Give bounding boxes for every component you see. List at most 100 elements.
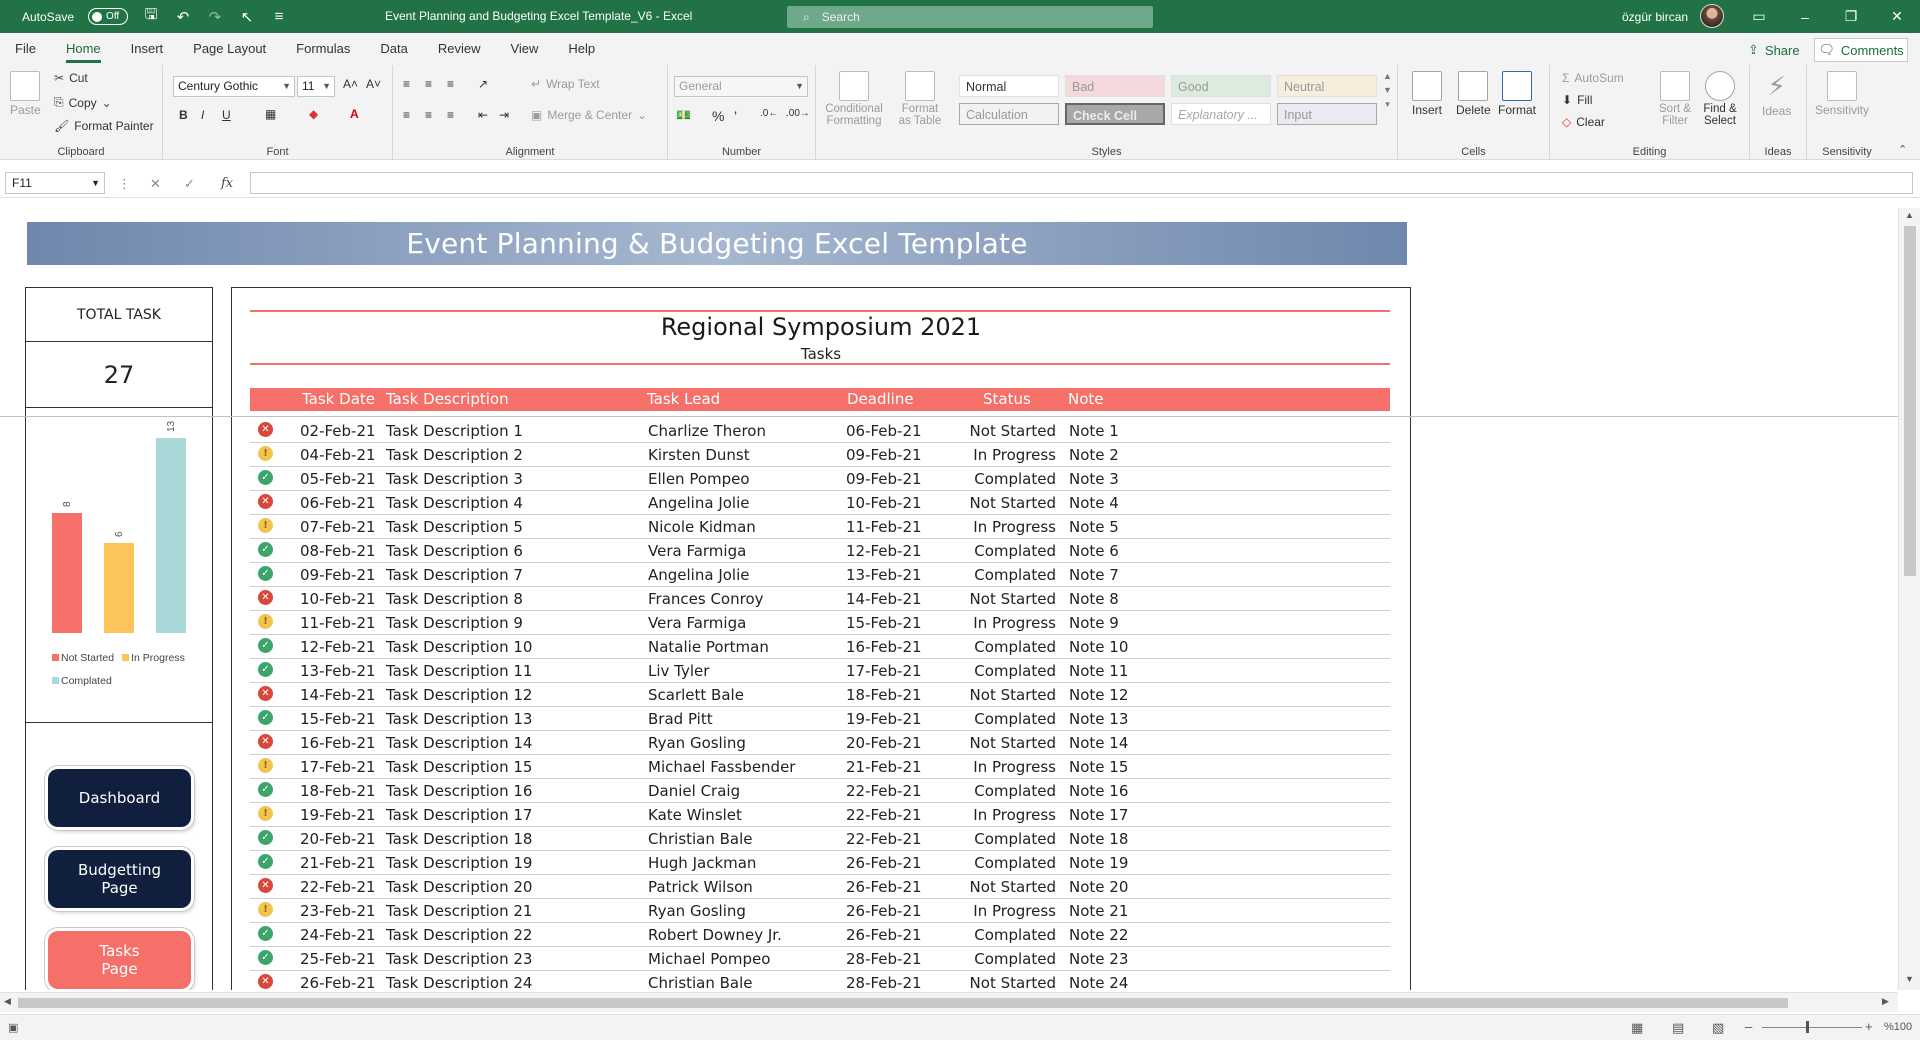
share-button[interactable]: ⇪ Share: [1737, 38, 1811, 62]
collapse-ribbon-icon[interactable]: ⌃: [1898, 143, 1907, 156]
sort-filter-button[interactable]: Sort & Filter: [1656, 71, 1694, 127]
ideas-button[interactable]: ⚡ Ideas: [1762, 71, 1791, 118]
increase-indent-button[interactable]: ⇥: [499, 108, 509, 122]
tab-help[interactable]: Help: [553, 33, 610, 65]
worksheet[interactable]: Event Planning & Budgeting Excel Templat…: [0, 208, 1898, 990]
tab-insert[interactable]: Insert: [116, 33, 179, 65]
zoom-in-icon[interactable]: +: [1865, 1019, 1873, 1034]
font-family-select[interactable]: Century Gothic ▼: [173, 76, 295, 97]
table-row[interactable]: ✕ 16-Feb-21 Task Description 14 Ryan Goslin…: [250, 731, 1390, 755]
fill-color-button[interactable]: ◆: [309, 107, 318, 121]
scroll-down-icon[interactable]: ▼: [1905, 974, 1914, 984]
tab-data[interactable]: Data: [365, 33, 422, 65]
status-chart[interactable]: 8 6 13 Not Started In Progress Complated: [26, 408, 212, 723]
table-row[interactable]: ✕ 22-Feb-21 Task Description 20 Patrick Wil…: [250, 875, 1390, 899]
merge-center-button[interactable]: ▣ Merge & Center ⌄: [531, 108, 647, 122]
table-row[interactable]: ! 17-Feb-21 Task Description 15 Michael Fas…: [250, 755, 1390, 779]
font-color-button[interactable]: A: [350, 107, 359, 121]
save-icon[interactable]: 🖫: [142, 6, 160, 26]
tasks-page-button[interactable]: Tasks Page: [48, 931, 191, 989]
table-row[interactable]: ✕ 26-Feb-21 Task Description 24 Christian B…: [250, 971, 1390, 990]
bottom-align-button[interactable]: ≡: [447, 77, 454, 91]
middle-align-button[interactable]: ≡: [425, 77, 432, 91]
pointer-icon[interactable]: ↖: [238, 8, 256, 26]
cut-button[interactable]: ✂ Cut: [54, 71, 88, 85]
conditional-formatting-button[interactable]: Conditional Formatting: [825, 71, 883, 127]
style-normal[interactable]: Normal: [959, 75, 1059, 97]
tab-page-layout[interactable]: Page Layout: [178, 33, 281, 65]
zoom-slider-thumb[interactable]: [1806, 1021, 1809, 1033]
user-name[interactable]: özgür bircan: [1622, 10, 1688, 24]
table-row[interactable]: ✓ 24-Feb-21 Task Description 22 Robert Down…: [250, 923, 1390, 947]
font-size-select[interactable]: 11 ▼: [297, 76, 335, 97]
table-row[interactable]: ✓ 20-Feb-21 Task Description 18 Christian B…: [250, 827, 1390, 851]
table-row[interactable]: ! 04-Feb-21 Task Description 2 Kirsten Duns…: [250, 443, 1390, 467]
copy-button[interactable]: ⎘ Copy ⌄: [54, 95, 112, 110]
underline-button[interactable]: U: [222, 108, 231, 122]
budgetting-page-button[interactable]: Budgetting Page: [48, 850, 191, 908]
table-row[interactable]: ✕ 14-Feb-21 Task Description 12 Scarlett Ba…: [250, 683, 1390, 707]
scroll-thumb[interactable]: [1904, 226, 1916, 576]
table-row[interactable]: ✓ 12-Feb-21 Task Description 10 Natalie Por…: [250, 635, 1390, 659]
name-box[interactable]: F11 ▼: [5, 172, 105, 194]
styles-scroll[interactable]: ▲ ▼ ▾: [1383, 71, 1392, 110]
scroll-left-icon[interactable]: ◀: [4, 996, 11, 1007]
insert-button[interactable]: Insert: [1412, 71, 1442, 117]
format-painter-button[interactable]: 🖌 Format Painter: [54, 119, 154, 133]
format-as-table-button[interactable]: Format as Table: [896, 71, 944, 127]
percent-button[interactable]: %: [712, 108, 724, 124]
tab-home[interactable]: Home: [51, 33, 116, 65]
fill-button[interactable]: ⬇ Fill: [1562, 93, 1592, 107]
find-select-button[interactable]: Find & Select: [1698, 71, 1742, 127]
table-row[interactable]: ✓ 09-Feb-21 Task Description 7 Angelina Jol…: [250, 563, 1390, 587]
align-right-button[interactable]: ≡: [447, 108, 454, 122]
table-row[interactable]: ✓ 13-Feb-21 Task Description 11 Liv Tyler 17…: [250, 659, 1390, 683]
table-row[interactable]: ! 11-Feb-21 Task Description 9 Vera Farmiga…: [250, 611, 1390, 635]
style-bad[interactable]: Bad: [1065, 75, 1165, 97]
top-align-button[interactable]: ≡: [403, 77, 410, 91]
autosum-button[interactable]: Σ AutoSum: [1562, 71, 1624, 85]
table-row[interactable]: ✕ 10-Feb-21 Task Description 8 Frances Conr…: [250, 587, 1390, 611]
redo-icon[interactable]: ↷: [206, 8, 224, 26]
search-box[interactable]: ⌕ Search: [787, 6, 1153, 28]
number-format-select[interactable]: General ▼: [674, 76, 808, 97]
ribbon-display-icon[interactable]: ▭: [1736, 0, 1782, 33]
tab-review[interactable]: Review: [423, 33, 496, 65]
format-button[interactable]: Format: [1498, 71, 1536, 117]
page-layout-view-icon[interactable]: ▤: [1672, 1020, 1684, 1036]
table-row[interactable]: ✕ 02-Feb-21 Task Description 1 Charlize The…: [250, 419, 1390, 443]
table-row[interactable]: ✕ 06-Feb-21 Task Description 4 Angelina Jol…: [250, 491, 1390, 515]
increase-decimal-button[interactable]: .0←: [760, 108, 778, 119]
comments-button[interactable]: 🗨 Comments: [1814, 38, 1908, 62]
zoom-out-icon[interactable]: –: [1745, 1019, 1752, 1034]
style-neutral[interactable]: Neutral: [1277, 75, 1377, 97]
autosave-toggle[interactable]: Off: [88, 8, 129, 25]
style-good[interactable]: Good: [1171, 75, 1271, 97]
page-break-view-icon[interactable]: ▧: [1712, 1020, 1724, 1036]
tab-formulas[interactable]: Formulas: [281, 33, 365, 65]
table-row[interactable]: ✓ 15-Feb-21 Task Description 13 Brad Pitt 19…: [250, 707, 1390, 731]
table-row[interactable]: ! 23-Feb-21 Task Description 21 Ryan Goslin…: [250, 899, 1390, 923]
sensitivity-button[interactable]: Sensitivity: [1815, 71, 1869, 117]
align-left-button[interactable]: ≡: [403, 108, 410, 122]
enter-icon[interactable]: ✓: [184, 176, 195, 192]
cancel-icon[interactable]: ✕: [150, 176, 161, 192]
scroll-up-icon[interactable]: ▲: [1905, 210, 1914, 220]
table-row[interactable]: ✓ 08-Feb-21 Task Description 6 Vera Farmiga…: [250, 539, 1390, 563]
scroll-right-icon[interactable]: ▶: [1882, 996, 1889, 1007]
minimize-icon[interactable]: –: [1782, 0, 1828, 33]
wrap-text-button[interactable]: ↵ Wrap Text: [531, 77, 600, 91]
style-explanatory[interactable]: Explanatory ...: [1171, 103, 1271, 125]
style-input[interactable]: Input: [1277, 103, 1377, 125]
paste-button[interactable]: Paste: [10, 71, 41, 117]
undo-icon[interactable]: ↶: [174, 8, 192, 26]
table-row[interactable]: ✓ 05-Feb-21 Task Description 3 Ellen Pompeo…: [250, 467, 1390, 491]
tab-file[interactable]: File: [0, 33, 51, 65]
macro-record-icon[interactable]: ▣: [8, 1021, 18, 1034]
vertical-scrollbar[interactable]: ▲ ▼: [1898, 208, 1920, 990]
decrease-decimal-button[interactable]: .00→: [786, 108, 810, 119]
accounting-button[interactable]: 💵: [676, 108, 691, 122]
formula-input[interactable]: [250, 172, 1913, 194]
zoom-slider[interactable]: [1762, 1027, 1862, 1028]
tab-view[interactable]: View: [495, 33, 553, 65]
